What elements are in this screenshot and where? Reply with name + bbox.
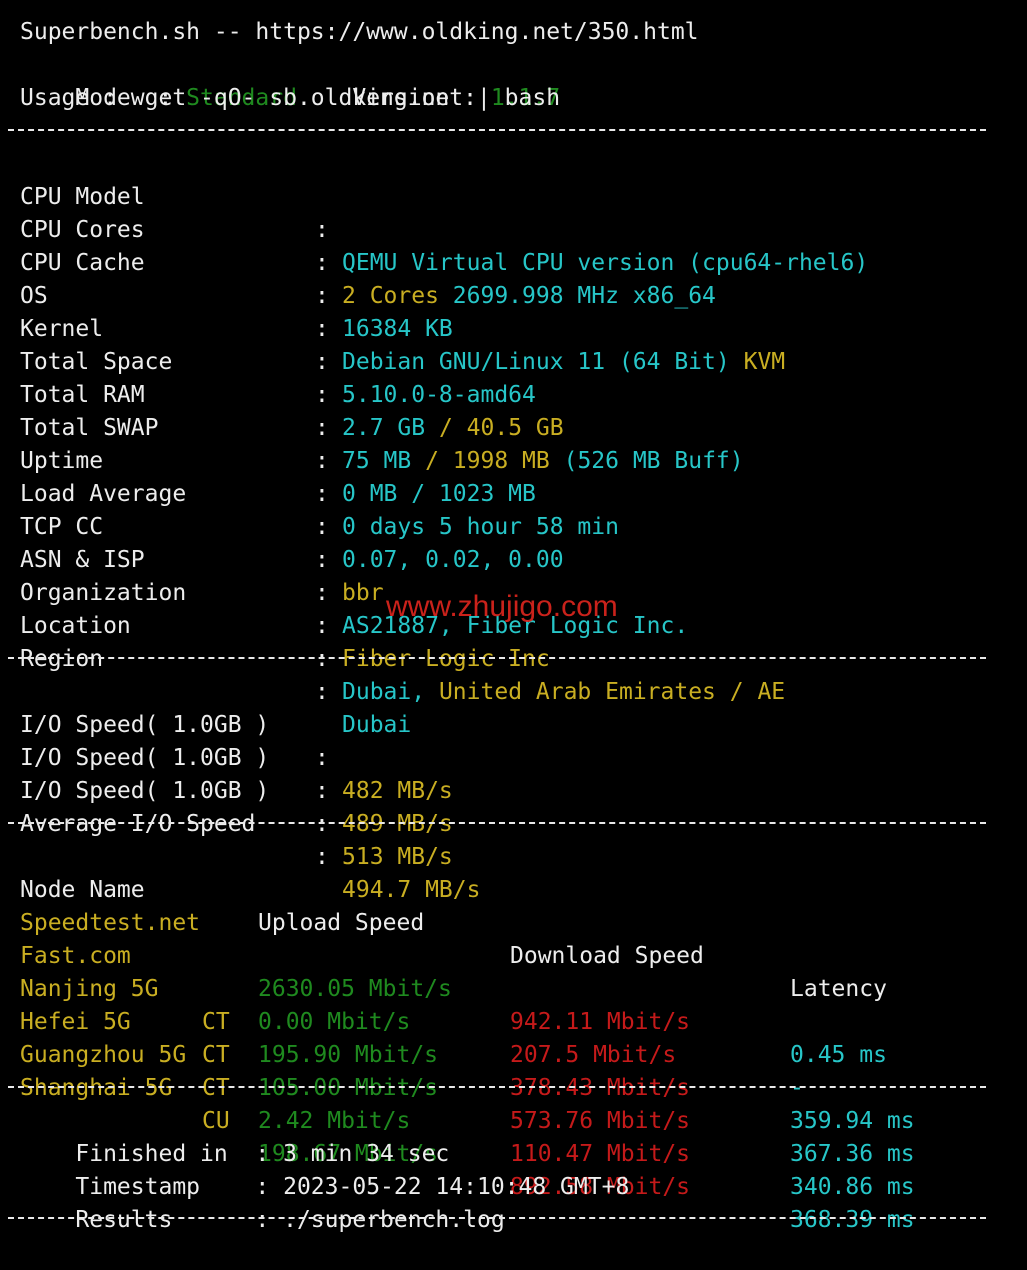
sys-row-total-ram: Total RAM : 75 MB / 1998 MB (526 MB Buff… [20, 346, 744, 474]
sys-key: Region [20, 646, 104, 672]
sys-value: / 40.5 GB [438, 415, 564, 441]
sys-value: United Arab Emirates [438, 679, 716, 705]
sys-value: Debian GNU/Linux 11 (64 Bit) [342, 349, 730, 375]
io-key: Average I/O Speed [20, 811, 256, 837]
sys-row-cpu-model: CPU Model : QEMU Virtual CPU version (cp… [20, 148, 868, 276]
sys-value: 2.7 GB [342, 415, 426, 441]
sys-row-total-space: Total Space : 2.7 GB / 40.5 GB [20, 313, 564, 441]
io-row-average: Average I/O Speed : 494.7 MB/s [20, 775, 480, 903]
speed-row: Nanjing 5G CT 195.90 Mbit/s 378.43 Mbit/… [20, 940, 1000, 1134]
sys-row-cpu-cores: CPU Cores : 2 Cores 2699.998 MHz x86_64 [20, 181, 716, 309]
latency: 367.36 ms [790, 1141, 915, 1167]
footer-results-line: Results : ./superbench.log [20, 1171, 504, 1233]
separator [8, 1086, 986, 1088]
header-usage-line: Usage : wget -qO- sb.oldking.net | bash [20, 85, 561, 111]
speed-row: Shanghai 5G CU 198.67 Mbit/s 892.58 Mbit… [20, 1039, 1000, 1233]
io-row: I/O Speed( 1.0GB ) : 489 MB/s [20, 709, 453, 837]
sys-value: 5.10.0-8-amd64 [342, 382, 536, 408]
download-speed: 378.43 Mbit/s [510, 1075, 691, 1101]
io-row: I/O Speed( 1.0GB ) : 513 MB/s [20, 742, 453, 870]
latency: 368.39 ms [790, 1207, 915, 1233]
sys-row-tcp-cc: TCP CC : bbr [20, 478, 384, 606]
speed-row: Fast.com 0.00 Mbit/s 207.5 Mbit/s - [20, 907, 1000, 1101]
io-value: 489 MB/s [342, 811, 453, 837]
results-label: Results : [75, 1207, 284, 1233]
sys-value: QEMU Virtual CPU version (cpu64-rhel6) [342, 250, 869, 276]
latency: 340.86 ms [790, 1174, 915, 1200]
sys-value: Dubai, [342, 679, 426, 705]
sys-value: Fiber Logic Inc [342, 646, 550, 672]
upload-speed: 105.00 Mbit/s [258, 1075, 439, 1101]
speed-table-header: Node Name Upload Speed Download Speed La… [20, 841, 1000, 1002]
speed-row: Hefei 5G CT 105.00 Mbit/s 573.76 Mbit/s … [20, 973, 1000, 1167]
sys-value: 2699.998 MHz x86_64 [452, 283, 716, 309]
footer-timestamp-line: Timestamp : 2023-05-22 14:10:48 GMT+8 [20, 1138, 629, 1200]
separator [8, 822, 986, 824]
io-row: I/O Speed( 1.0GB ) : 482 MB/s [20, 676, 453, 804]
separator [8, 1217, 986, 1219]
results-value: ./superbench.log [283, 1207, 505, 1233]
io-value: 482 MB/s [342, 778, 453, 804]
node-name: Shanghai 5G [20, 1075, 173, 1101]
latency: 359.94 ms [790, 1108, 915, 1134]
speed-row: Guangzhou 5G CT 2.42 Mbit/s 110.47 Mbit/… [20, 1006, 1000, 1200]
sys-value: 0 MB / 1023 MB [342, 481, 536, 507]
footer-finished-line: Finished in : 3 min 34 sec [20, 1105, 449, 1167]
sys-value: 2 Cores [342, 283, 439, 309]
sys-row-kernel: Kernel : 5.10.0-8-amd64 [20, 280, 536, 408]
watermark-text: www.zhujigo.com [386, 590, 618, 623]
speed-row: Speedtest.net 2630.05 Mbit/s 942.11 Mbit… [20, 874, 1000, 1068]
latency: - [790, 1075, 804, 1101]
separator [8, 129, 986, 131]
sys-value: / 1998 MB [425, 448, 550, 474]
sys-row-uptime: Uptime : 0 days 5 hour 58 min [20, 412, 619, 540]
sys-value: 75 MB [342, 448, 412, 474]
separator [8, 657, 986, 659]
download-speed: 573.76 Mbit/s [510, 1108, 691, 1134]
header-title-line: Superbench.sh -- https://www.oldking.net… [20, 19, 699, 45]
sys-value: 16384 KB [342, 316, 453, 342]
sys-value: / AE [729, 679, 786, 705]
sys-row-organization: Organization : Fiber Logic Inc [20, 544, 550, 672]
sys-value: 0.07, 0.02, 0.00 [342, 547, 564, 573]
sys-row-asn-isp: ASN & ISP : AS21887, Fiber Logic Inc. [20, 511, 688, 639]
sys-row-total-swap: Total SWAP : 0 MB / 1023 MB [20, 379, 536, 507]
sys-row-location: Location : Dubai, United Arab Emirates /… [20, 577, 785, 705]
sys-value: 0 days 5 hour 58 min [342, 514, 619, 540]
sys-row-load-average: Load Average : 0.07, 0.02, 0.00 [20, 445, 564, 573]
header-mode-line: Mode : Standard Version : 1.1.7 [20, 49, 560, 111]
sys-value: bbr [342, 580, 384, 606]
sys-row-region: Region : Dubai [20, 610, 411, 738]
sys-row-cpu-cache: CPU Cache : 16384 KB [20, 214, 453, 342]
terminal-window: Superbench.sh -- https://www.oldking.net… [0, 0, 1027, 1233]
sys-value: KVM [743, 349, 786, 375]
sys-value: Dubai [342, 712, 412, 738]
sys-row-os: OS : Debian GNU/Linux 11 (64 Bit) KVM [20, 247, 785, 375]
node-carrier: CT [202, 1075, 230, 1101]
sys-value: (526 MB Buff) [563, 448, 744, 474]
